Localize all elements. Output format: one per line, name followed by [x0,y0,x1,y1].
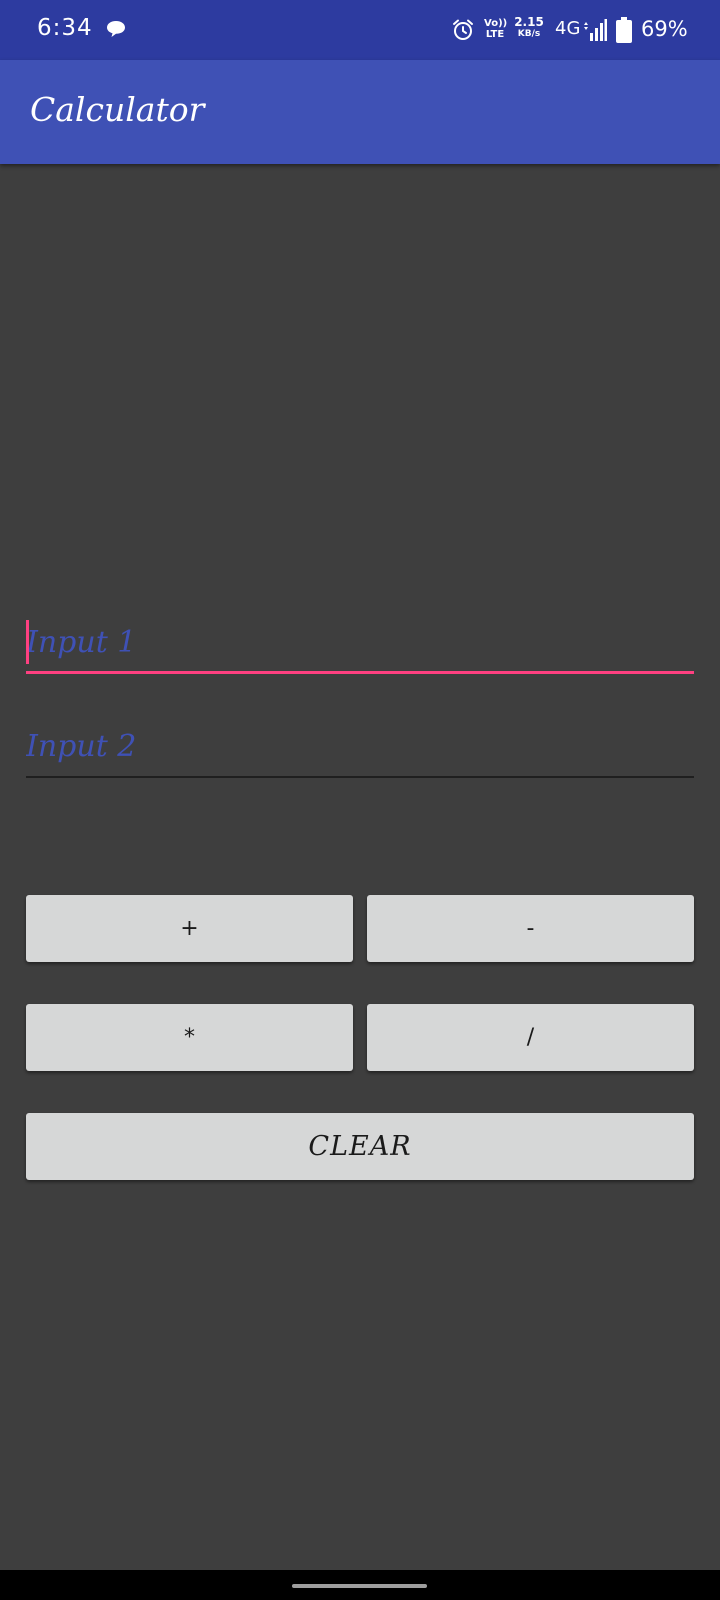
text-cursor [26,620,29,664]
input-2-field[interactable] [26,718,694,778]
network-type: 4G [555,18,581,39]
network-speed: 2.15 KB/s [514,16,544,40]
speed-value: 2.15 [514,15,544,29]
home-gesture-handle[interactable] [292,1584,427,1588]
clear-button[interactable]: CLEAR [26,1113,694,1180]
input-2-underline [26,776,694,778]
input-1[interactable] [26,614,694,670]
chat-bubble-icon [107,21,125,37]
app-title: Calculator [30,90,205,129]
alarm-icon [453,19,473,40]
speed-unit: KB/s [517,29,541,39]
divide-button[interactable]: / [367,1004,694,1071]
status-bar: 6:34 Vo)) LTE 2.15 KB/s 4G 69% [0,0,720,60]
volte-line1: Vo)) [484,18,508,29]
multiply-button[interactable]: * [26,1004,353,1071]
signal-bars-icon [584,19,607,41]
input-1-underline [26,671,694,674]
app-bar: Calculator [0,60,720,164]
battery-icon [616,17,632,43]
status-time: 6:34 [37,15,93,41]
battery-percent: 69% [641,17,688,41]
add-button[interactable]: + [26,895,353,962]
volte-indicator: Vo)) LTE [484,18,508,40]
subtract-button[interactable]: - [367,895,694,962]
input-2[interactable] [26,718,694,774]
input-1-field[interactable] [26,614,694,674]
navigation-bar [0,1570,720,1600]
volte-line2: LTE [485,29,505,40]
